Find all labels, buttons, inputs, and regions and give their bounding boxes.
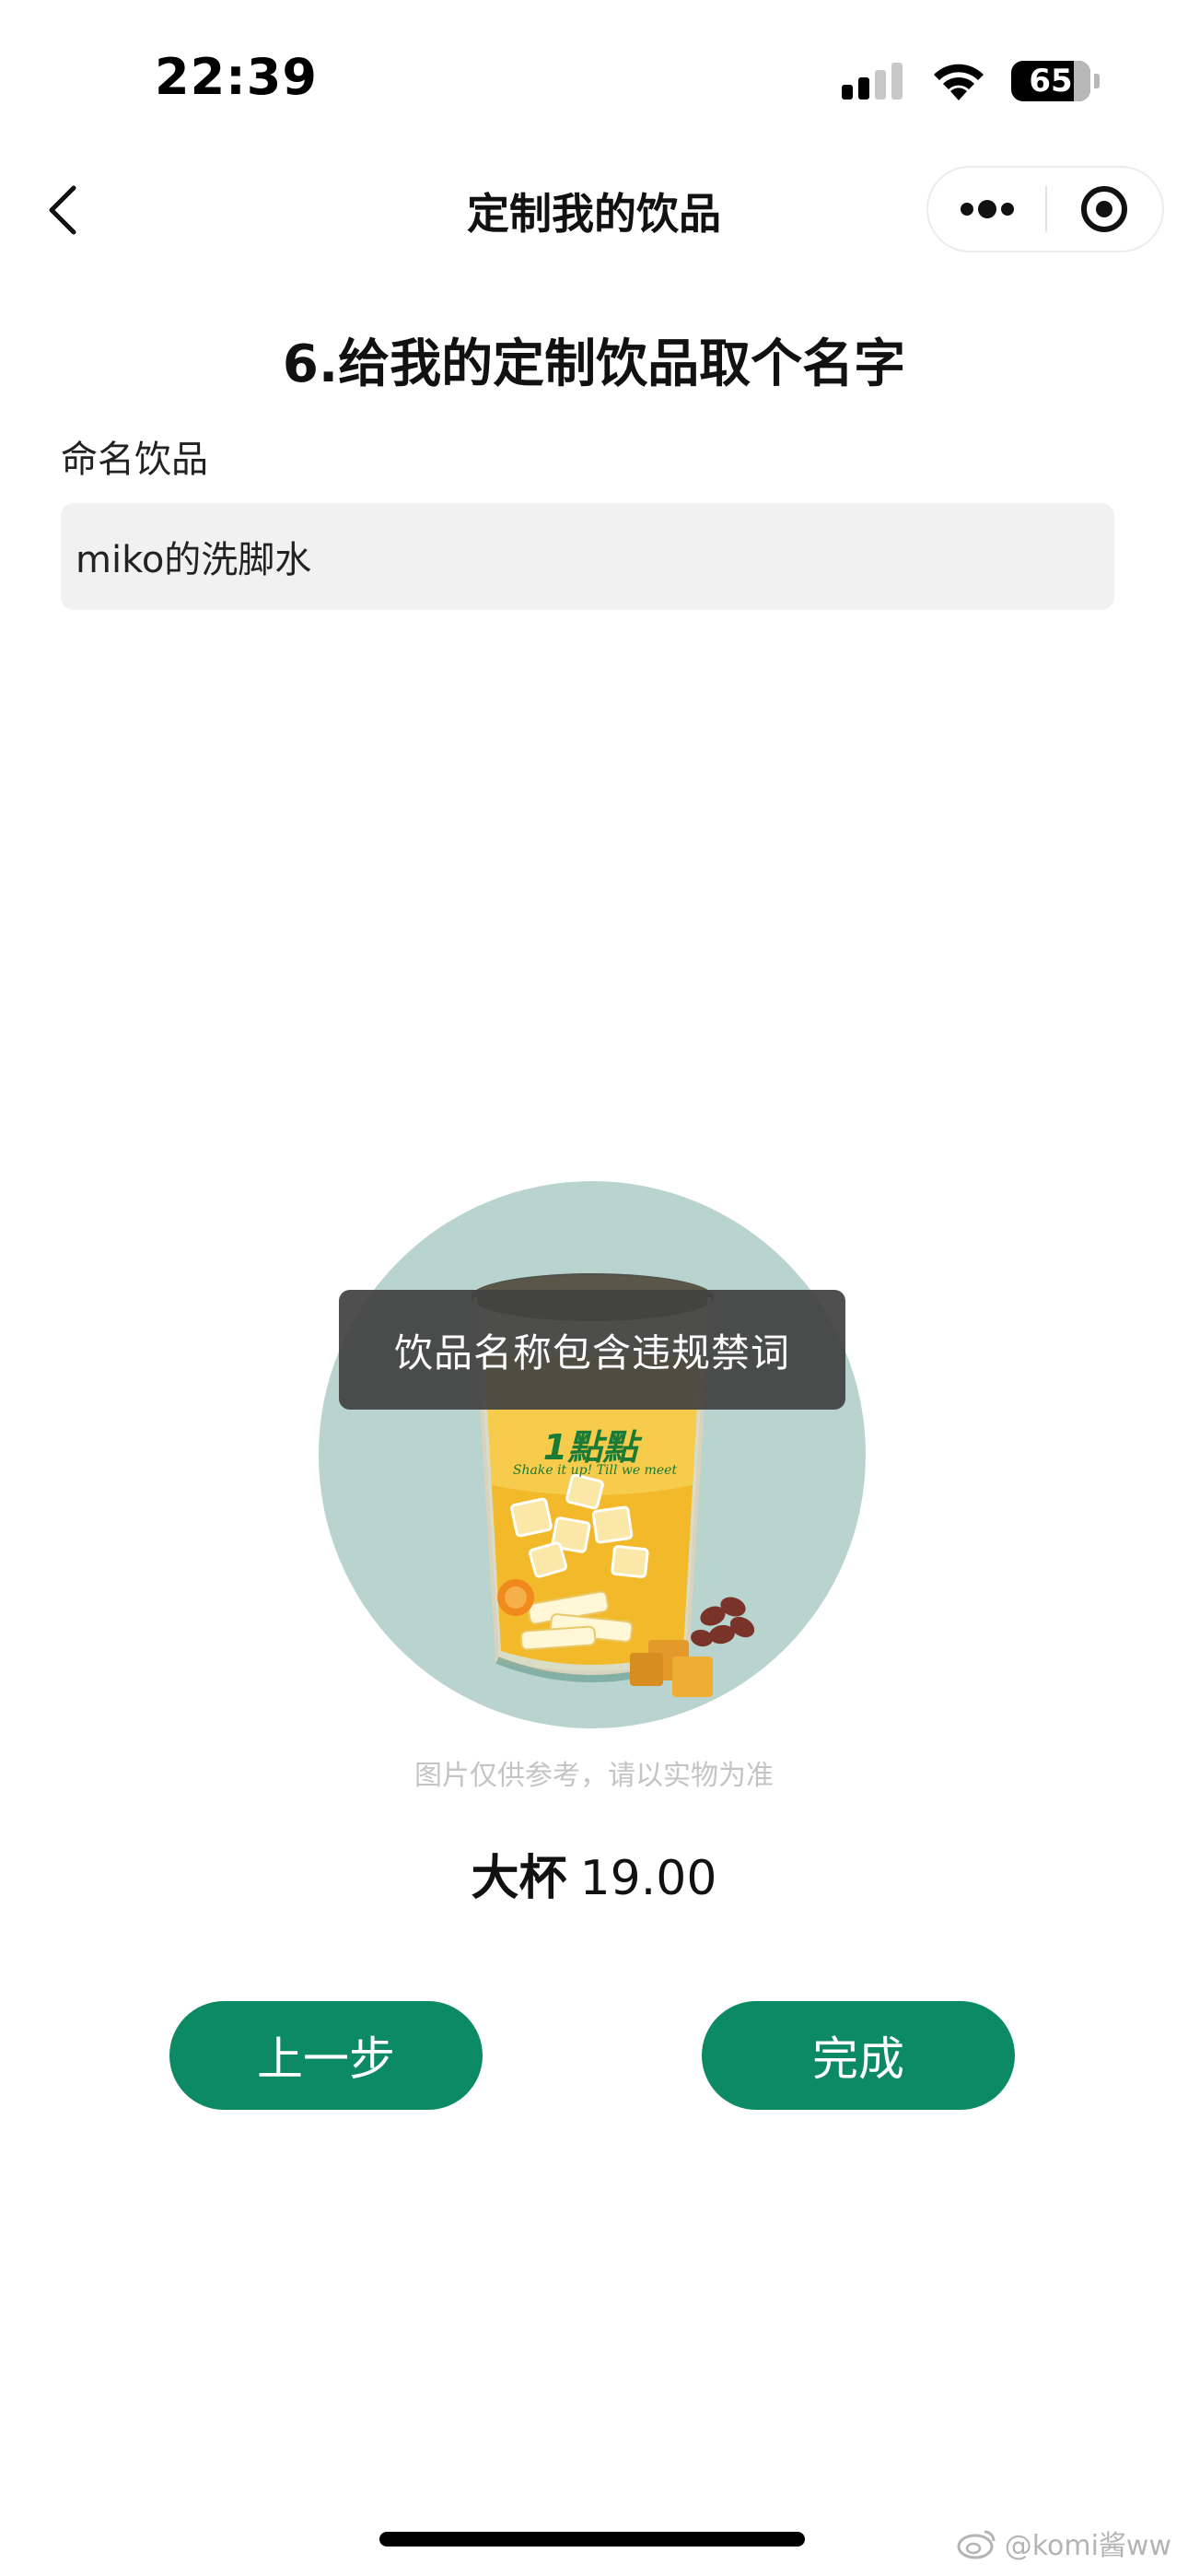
target-close-icon <box>1081 186 1128 232</box>
cup-brand-logo: 1點點 <box>542 1427 638 1468</box>
watermark: @komi酱ww <box>957 2523 1171 2563</box>
image-disclaimer: 图片仅供参考，请以实物为准 <box>414 1760 774 1792</box>
cup-slogan: Shake it up! Till we meet <box>512 1463 678 1478</box>
finish-button[interactable]: 完成 <box>702 2001 1015 2110</box>
status-time: 22:39 <box>155 48 318 106</box>
close-mini-program-button[interactable] <box>1047 168 1162 251</box>
price-line: 大杯 19.00 <box>0 1839 1188 1908</box>
signal-icon <box>842 63 903 100</box>
drink-name-input[interactable] <box>61 503 1114 610</box>
status-icons: 65 <box>840 57 1100 105</box>
battery-cap <box>1094 74 1100 88</box>
battery-icon: 65 <box>1011 61 1090 101</box>
home-indicator <box>379 2532 805 2547</box>
price-value: 19.00 <box>579 1851 717 1906</box>
screen: 22:39 65 定制我的饮品 6.给我的定制饮品取个名字 命名饮品 miko的… <box>0 0 1188 2576</box>
more-dots-icon <box>960 200 1014 218</box>
watermark-text: @komi酱ww <box>1004 2530 1171 2562</box>
step-title: 6.给我的定制饮品取个名字 <box>282 334 906 394</box>
error-toast: 饮品名称包含违规禁词 <box>339 1290 845 1410</box>
more-button[interactable] <box>928 168 1045 251</box>
cup-size: 大杯 <box>471 1851 567 1906</box>
battery-level: 65 <box>1029 63 1073 100</box>
mini-program-capsule <box>926 166 1164 252</box>
drink-name-label: 命名饮品 <box>61 439 208 481</box>
previous-step-button[interactable]: 上一步 <box>169 2001 483 2110</box>
toast-message: 饮品名称包含违规禁词 <box>393 1329 790 1376</box>
weibo-icon <box>957 2530 996 2559</box>
wifi-icon <box>934 64 984 100</box>
